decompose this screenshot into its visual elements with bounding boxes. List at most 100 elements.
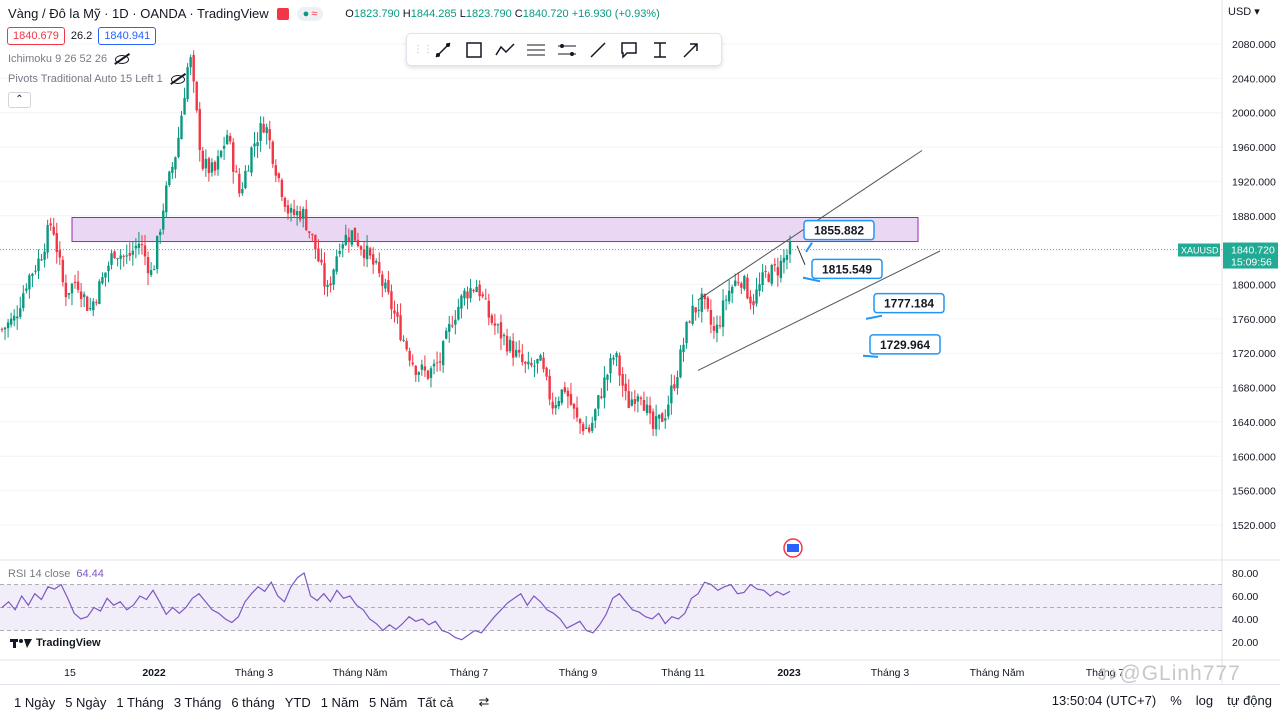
candle-body (460, 295, 463, 309)
arrow-icon[interactable] (675, 36, 706, 63)
candle-body (505, 335, 509, 352)
range-button-2[interactable]: 1 Tháng (111, 695, 168, 710)
candle-body (110, 253, 113, 265)
candle-body (724, 299, 728, 301)
range-button-4[interactable]: 6 tháng (226, 695, 279, 710)
candle-body (326, 284, 329, 288)
candle-body (578, 419, 582, 424)
candle-body (98, 281, 101, 305)
candle-body (192, 54, 195, 82)
chart-svg[interactable]: 1855.882 1815.549 1777.184 1729.964 2080.00… (0, 0, 1280, 684)
candle-body (511, 340, 515, 358)
date-range-icon[interactable] (644, 36, 675, 63)
candle-body (308, 231, 311, 233)
candle-body (61, 259, 65, 283)
market-status-pill[interactable]: ● ≈ (296, 6, 324, 21)
candle-body (216, 156, 220, 170)
quote-row: 1840.679 26.2 1840.941 (7, 27, 157, 45)
symbol-title[interactable]: Vàng / Đô la Mỹ · 1D · OANDA · TradingVi… (8, 6, 269, 21)
candle-body (365, 245, 369, 260)
clock[interactable]: 13:50:04 (UTC+7) (1052, 693, 1156, 708)
ray-icon[interactable] (582, 36, 613, 63)
range-button-7[interactable]: 5 Năm (364, 695, 412, 710)
path-icon[interactable] (489, 36, 520, 63)
candle-body (743, 276, 746, 289)
drawing-toolbar[interactable]: ⋮⋮ (406, 33, 722, 66)
candle-body (128, 253, 131, 256)
candle-body (615, 352, 618, 358)
range-button-6[interactable]: 1 Năm (316, 695, 364, 710)
rectangle-icon[interactable] (458, 36, 489, 63)
candle-body (740, 283, 743, 288)
price-tick-label: 1880.000 (1232, 211, 1276, 223)
ohlc-values: O1823.790 H1844.285 L1823.790 C1840.720 … (345, 7, 660, 20)
candle-body (341, 244, 344, 249)
range-button-0[interactable]: 1 Ngày (9, 695, 60, 710)
news-flag-inner (787, 544, 799, 552)
candle-body (584, 427, 588, 430)
candle-body (362, 249, 366, 259)
candle-body (569, 393, 573, 405)
candle-body (375, 261, 378, 263)
candle-body (262, 124, 265, 133)
candle-body (85, 296, 89, 311)
chart-area[interactable]: 1855.882 1815.549 1777.184 1729.964 2080.00… (0, 0, 1280, 719)
pitchfork-icon[interactable] (551, 36, 582, 63)
fib-channel-icon[interactable] (520, 36, 551, 63)
indicator-ichimoku[interactable]: Ichimoku 9 26 52 26 (8, 53, 130, 65)
callout-label: 1815.549 (822, 262, 872, 276)
candle-body (767, 273, 770, 282)
callout-icon[interactable] (613, 36, 644, 63)
candle-body (295, 211, 299, 216)
rsi-legend[interactable]: RSI 14 close 64.44 (8, 568, 104, 580)
candle-body (140, 244, 144, 246)
log-toggle[interactable]: log (1196, 693, 1213, 708)
trend-line-icon[interactable] (427, 36, 458, 63)
candle-body (785, 255, 789, 260)
candle-body (25, 288, 28, 291)
candle-body (180, 115, 183, 140)
candle-body (253, 143, 256, 147)
candle-body (730, 286, 734, 294)
candle-body (478, 284, 481, 297)
candle-body (457, 306, 460, 320)
candle-body (718, 325, 722, 327)
buy-button[interactable]: 1840.941 (98, 27, 157, 45)
candle-body (399, 315, 402, 341)
time-tick-label: 2022 (142, 667, 166, 679)
candle-body (122, 255, 125, 257)
indicator-pivots[interactable]: Pivots Traditional Auto 15 Left 1 (8, 73, 185, 85)
candle-body (499, 322, 503, 339)
candle-body (536, 359, 539, 364)
candle-body (3, 327, 7, 330)
candle-body (721, 300, 725, 328)
range-button-5[interactable]: YTD (280, 695, 316, 710)
candle-body (709, 310, 713, 325)
price-tick-label: 1560.000 (1232, 486, 1276, 498)
candle-body (451, 325, 454, 327)
currency-selector[interactable]: USD ▾ (1228, 5, 1260, 18)
candle-body (691, 305, 694, 324)
candle-body (773, 264, 776, 266)
candle-body (597, 395, 600, 409)
percent-toggle[interactable]: % (1170, 693, 1182, 708)
compare-date-icon[interactable]: ⇄ (478, 694, 489, 710)
candle-body (393, 310, 396, 314)
range-button-8[interactable]: Tất cả (412, 695, 458, 710)
sell-button[interactable]: 1840.679 (7, 27, 65, 45)
candle-body (58, 250, 62, 258)
range-button-3[interactable]: 3 Tháng (169, 695, 226, 710)
range-button-1[interactable]: 5 Ngày (60, 695, 111, 710)
candle-body (280, 179, 284, 197)
auto-toggle[interactable]: tự động (1227, 693, 1272, 708)
collapse-legend-button[interactable]: ⌃ (8, 92, 31, 108)
drag-grip-icon[interactable]: ⋮⋮ (413, 44, 433, 55)
callout-label: 1855.882 (814, 224, 864, 238)
candle-body (244, 170, 247, 189)
hide-eye-icon[interactable] (170, 74, 185, 84)
candle-body (34, 270, 37, 272)
price-tick-label: 1720.000 (1232, 348, 1276, 360)
hide-eye-icon[interactable] (115, 54, 130, 64)
flag-icon (276, 7, 289, 20)
candle-body (591, 422, 594, 431)
